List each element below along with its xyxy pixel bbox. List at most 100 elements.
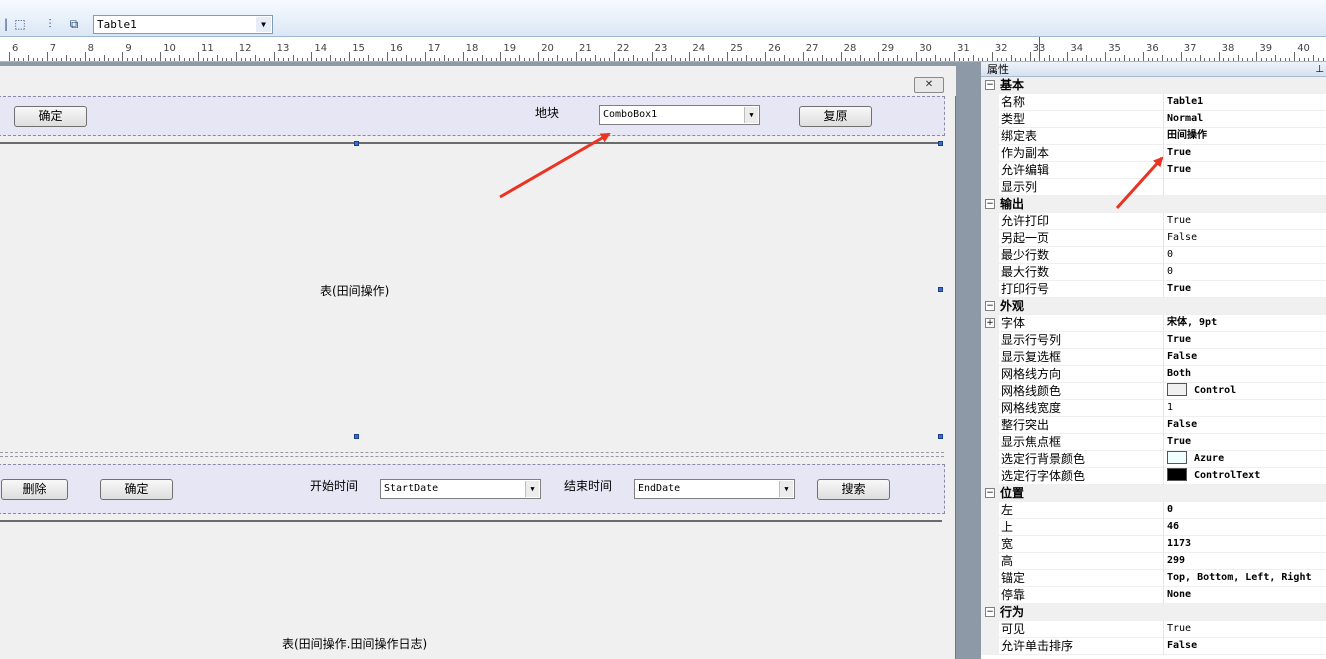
property-row[interactable]: 另起一页 False bbox=[981, 230, 1326, 247]
chevron-down-icon[interactable]: ▼ bbox=[256, 17, 271, 32]
property-row[interactable]: 允许单击排序 False bbox=[981, 638, 1326, 655]
property-value[interactable] bbox=[1167, 179, 1326, 196]
property-row[interactable]: 允许打印 True bbox=[981, 213, 1326, 230]
property-category[interactable]: − 外观 bbox=[981, 298, 1326, 315]
search-button[interactable]: 搜索 bbox=[817, 479, 890, 500]
property-row[interactable]: 显示复选框 False bbox=[981, 349, 1326, 366]
align-vertical-icon[interactable]: ⫶ bbox=[40, 14, 60, 34]
property-row[interactable]: + 字体 宋体, 9pt bbox=[981, 315, 1326, 332]
property-value[interactable]: True bbox=[1167, 621, 1326, 638]
property-value[interactable]: True bbox=[1167, 434, 1326, 451]
property-category[interactable]: − 基本 bbox=[981, 77, 1326, 94]
end-date-picker[interactable]: EndDate ▼ bbox=[634, 479, 795, 499]
property-row[interactable]: 停靠 None bbox=[981, 587, 1326, 604]
property-value[interactable]: False bbox=[1167, 230, 1326, 247]
block-combobox[interactable]: ComboBox1 ▼ bbox=[599, 105, 760, 125]
resize-handle[interactable] bbox=[938, 141, 943, 146]
chevron-down-icon[interactable]: ▼ bbox=[525, 481, 539, 497]
resize-handle[interactable] bbox=[938, 434, 943, 439]
property-value[interactable]: None bbox=[1167, 587, 1326, 604]
start-date-picker[interactable]: StartDate ▼ bbox=[380, 479, 541, 499]
property-value[interactable]: 46 bbox=[1167, 519, 1326, 536]
property-value[interactable]: 0 bbox=[1167, 264, 1326, 281]
property-value[interactable]: Table1 bbox=[1167, 94, 1326, 111]
property-row[interactable]: 最少行数 0 bbox=[981, 247, 1326, 264]
property-row[interactable]: 类型 Normal bbox=[981, 111, 1326, 128]
ruler-tick bbox=[94, 58, 96, 61]
property-value[interactable]: True bbox=[1167, 162, 1326, 179]
property-value[interactable]: 1 bbox=[1167, 400, 1326, 417]
property-category[interactable]: − 输出 bbox=[981, 196, 1326, 213]
property-value[interactable]: Both bbox=[1167, 366, 1326, 383]
property-row[interactable]: 网格线宽度 1 bbox=[981, 400, 1326, 417]
property-row[interactable]: 高 299 bbox=[981, 553, 1326, 570]
resize-handle[interactable] bbox=[354, 141, 359, 146]
property-value[interactable]: True bbox=[1167, 332, 1326, 349]
property-row[interactable]: 显示焦点框 True bbox=[981, 434, 1326, 451]
close-icon[interactable]: ✕ bbox=[914, 77, 944, 93]
property-row[interactable]: 网格线颜色 Control bbox=[981, 383, 1326, 400]
property-row[interactable]: 上 46 bbox=[981, 519, 1326, 536]
select-all-icon[interactable]: ⬚ bbox=[10, 14, 30, 34]
property-row[interactable]: 最大行数 0 bbox=[981, 264, 1326, 281]
collapse-icon[interactable]: − bbox=[985, 80, 995, 90]
property-row[interactable]: 作为副本 True bbox=[981, 145, 1326, 162]
property-value[interactable]: True bbox=[1167, 281, 1326, 298]
property-row[interactable]: 可见 True bbox=[981, 621, 1326, 638]
property-value[interactable]: False bbox=[1167, 417, 1326, 434]
confirm-button[interactable]: 确定 bbox=[100, 479, 173, 500]
property-value[interactable]: False bbox=[1167, 638, 1326, 655]
property-value[interactable]: True bbox=[1167, 213, 1326, 230]
ruler-tick bbox=[65, 55, 67, 61]
property-value[interactable]: 1173 bbox=[1167, 536, 1326, 553]
pin-icon[interactable]: ⊥ bbox=[1315, 62, 1324, 77]
property-row[interactable]: 宽 1173 bbox=[981, 536, 1326, 553]
property-row[interactable]: 选定行字体颜色 ControlText bbox=[981, 468, 1326, 485]
ruler-tick bbox=[1091, 58, 1093, 61]
property-row[interactable]: 显示列 bbox=[981, 179, 1326, 196]
property-value[interactable]: False bbox=[1167, 349, 1326, 366]
property-category[interactable]: − 行为 bbox=[981, 604, 1326, 621]
chevron-down-icon[interactable]: ▼ bbox=[779, 481, 793, 497]
property-row[interactable]: 允许编辑 True bbox=[981, 162, 1326, 179]
resize-handle[interactable] bbox=[354, 434, 359, 439]
delete-button[interactable]: 删除 bbox=[1, 479, 68, 500]
ruler-tick bbox=[1067, 52, 1069, 61]
property-row[interactable]: 左0 bbox=[981, 502, 1326, 519]
property-value[interactable]: Control bbox=[1167, 383, 1326, 400]
table-field-operations[interactable]: 表(田间操作) bbox=[0, 142, 942, 440]
property-value[interactable]: 宋体, 9pt bbox=[1167, 315, 1326, 332]
resize-handle[interactable] bbox=[938, 287, 943, 292]
property-row[interactable]: 整行突出 False bbox=[981, 417, 1326, 434]
collapse-icon[interactable]: − bbox=[985, 199, 995, 209]
property-value[interactable]: 0 bbox=[1167, 247, 1326, 264]
property-row[interactable]: 显示行号列 True bbox=[981, 332, 1326, 349]
property-value[interactable]: ControlText bbox=[1167, 468, 1326, 485]
property-value[interactable]: Top, Bottom, Left, Right bbox=[1167, 570, 1326, 587]
ruler-tick bbox=[968, 58, 970, 61]
reset-button[interactable]: 复原 bbox=[799, 106, 872, 127]
ruler-tick bbox=[283, 58, 285, 61]
property-value[interactable]: 田间操作 bbox=[1167, 128, 1326, 145]
collapse-icon[interactable]: − bbox=[985, 301, 995, 311]
confirm-button[interactable]: 确定 bbox=[14, 106, 87, 127]
property-value[interactable]: 0 bbox=[1167, 502, 1326, 519]
property-row[interactable]: 网格线方向 Both bbox=[981, 366, 1326, 383]
align-horizontal-icon[interactable]: ⧉ bbox=[64, 14, 84, 34]
property-row[interactable]: 绑定表 田间操作 bbox=[981, 128, 1326, 145]
property-value[interactable]: 299 bbox=[1167, 553, 1326, 570]
property-value[interactable]: Normal bbox=[1167, 111, 1326, 128]
property-row[interactable]: 锚定 Top, Bottom, Left, Right bbox=[981, 570, 1326, 587]
property-row[interactable]: 选定行背景颜色 Azure bbox=[981, 451, 1326, 468]
chevron-down-icon[interactable]: ▼ bbox=[744, 107, 758, 123]
property-row[interactable]: 名称 Table1 bbox=[981, 94, 1326, 111]
property-row[interactable]: 打印行号 True bbox=[981, 281, 1326, 298]
collapse-icon[interactable]: − bbox=[985, 607, 995, 617]
expand-icon[interactable]: + bbox=[985, 318, 995, 328]
object-select[interactable]: Table1 ▼ bbox=[93, 15, 273, 34]
property-category[interactable]: − 位置 bbox=[981, 485, 1326, 502]
collapse-icon[interactable]: − bbox=[985, 488, 995, 498]
property-value[interactable]: True bbox=[1167, 145, 1326, 162]
property-value[interactable]: Azure bbox=[1167, 451, 1326, 468]
table-field-operation-log[interactable]: 表(田间操作.田间操作日志) bbox=[0, 520, 942, 659]
